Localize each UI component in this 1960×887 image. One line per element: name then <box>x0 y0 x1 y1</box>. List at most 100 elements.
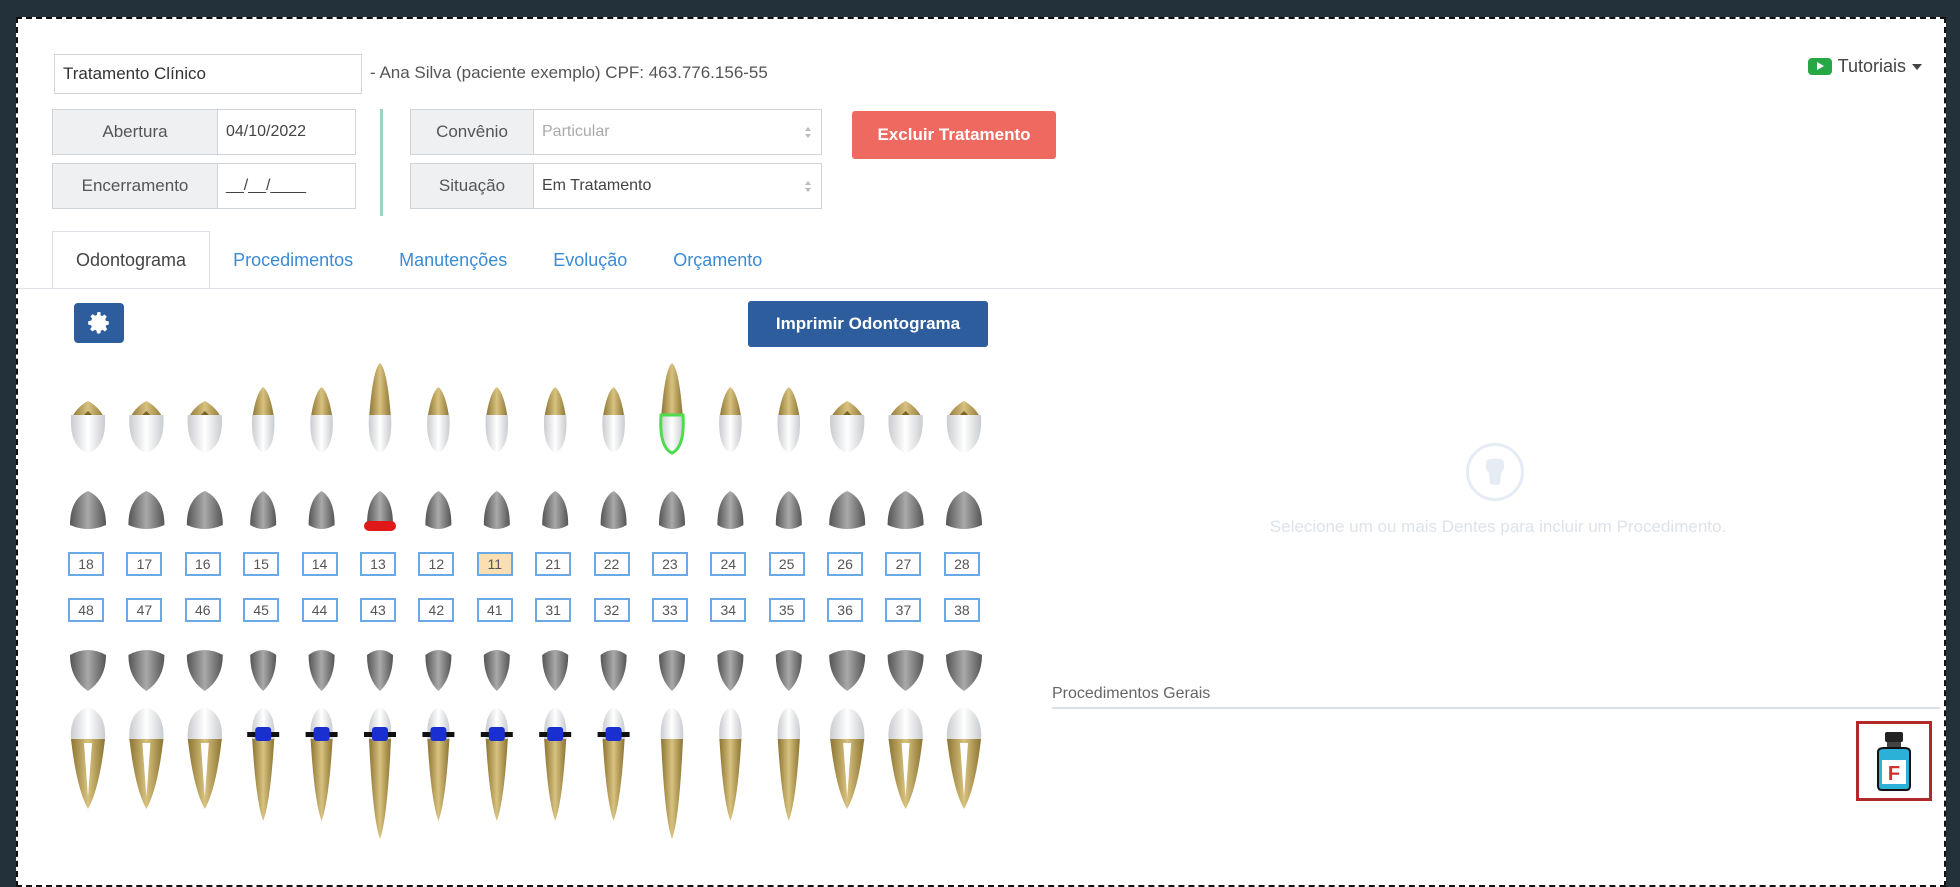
tooth-number-48[interactable]: 48 <box>68 598 104 622</box>
tooth-icon <box>1485 458 1505 485</box>
tooth-number-22[interactable]: 22 <box>593 552 630 576</box>
tooth-number-36[interactable]: 36 <box>827 598 864 622</box>
tooth-number-42[interactable]: 42 <box>418 598 455 622</box>
tutorials-label: Tutoriais <box>1837 56 1906 76</box>
insurance-group: Convênio Particular <box>410 109 822 155</box>
tooth-21[interactable] <box>542 387 569 529</box>
tooth-number-27[interactable]: 27 <box>885 552 922 576</box>
settings-button[interactable] <box>74 303 124 343</box>
tooth-number-18[interactable]: 18 <box>68 552 104 576</box>
tooth-23[interactable] <box>659 363 685 529</box>
tooth-42[interactable] <box>422 650 455 821</box>
tooth-38[interactable] <box>946 650 982 809</box>
tooth-34[interactable] <box>717 650 744 821</box>
tooth-36[interactable] <box>829 650 866 809</box>
tooth-number-16[interactable]: 16 <box>184 552 221 576</box>
tooth-number-37[interactable]: 37 <box>885 598 922 622</box>
tooth-number-35[interactable]: 35 <box>768 598 805 622</box>
tooth-47[interactable] <box>128 650 165 809</box>
tooth-number-11[interactable]: 11 <box>476 552 513 576</box>
print-odontogram-button[interactable]: Imprimir Odontograma <box>748 301 988 347</box>
tooth-43[interactable] <box>364 650 396 839</box>
tooth-22[interactable] <box>600 387 627 529</box>
tooth-number-33[interactable]: 33 <box>651 598 688 622</box>
tooth-28[interactable] <box>946 401 982 529</box>
tooth-46[interactable] <box>186 650 223 809</box>
tooth-16[interactable] <box>186 401 223 529</box>
empty-procedures-message: Selecione um ou mais Dentes para incluir… <box>1269 517 1727 536</box>
status-group: Situação Em Tratamento <box>410 163 822 209</box>
status-label: Situação <box>410 163 534 209</box>
tooth-15[interactable] <box>250 387 277 529</box>
tooth-35[interactable] <box>775 650 802 821</box>
tooth-number-44[interactable]: 44 <box>301 598 338 622</box>
tooth-number-32[interactable]: 32 <box>593 598 630 622</box>
tooth-48[interactable] <box>70 650 106 809</box>
video-icon <box>1807 58 1832 75</box>
delete-treatment-button[interactable]: Excluir Tratamento <box>852 111 1056 159</box>
tooth-44[interactable] <box>305 650 338 821</box>
tooth-11[interactable] <box>483 387 510 529</box>
tooth-number-43[interactable]: 43 <box>359 598 396 622</box>
tooth-number-41[interactable]: 41 <box>476 598 513 622</box>
tooth-placeholder <box>1466 443 1524 501</box>
tooth-31[interactable] <box>539 650 572 821</box>
opening-label: Abertura <box>52 109 218 155</box>
tooth-14[interactable] <box>308 387 335 529</box>
tooth-17[interactable] <box>128 401 165 529</box>
gear-icon <box>88 312 109 334</box>
insurance-select[interactable]: Particular <box>534 109 822 155</box>
treatment-title-field[interactable]: Tratamento Clínico <box>54 54 362 94</box>
tooth-number-15[interactable]: 15 <box>243 552 280 576</box>
tutorials-menu[interactable]: Tutoriais <box>1807 56 1922 77</box>
tooth-26[interactable] <box>829 401 866 529</box>
tooth-32[interactable] <box>597 650 630 821</box>
fluoride-bottle-icon: F <box>1877 732 1911 791</box>
tooth-25[interactable] <box>775 387 802 529</box>
tooth-41[interactable] <box>480 650 513 821</box>
tooth-number-26[interactable]: 26 <box>827 552 864 576</box>
tooth-number-14[interactable]: 14 <box>301 552 338 576</box>
insurance-value: Particular <box>542 123 610 140</box>
tooth-number-21[interactable]: 21 <box>535 552 572 576</box>
app-frame: Tratamento Clínico - Ana Silva (paciente… <box>16 17 1946 887</box>
fluoride-procedure-button[interactable]: F <box>1856 721 1932 801</box>
tab-manutencoes[interactable]: Manutenções <box>376 231 530 289</box>
tab-orcamento[interactable]: Orçamento <box>650 231 785 289</box>
tooth-45[interactable] <box>247 650 280 821</box>
tooth-number-25[interactable]: 25 <box>768 552 805 576</box>
upper-tooth-numbers: 18 17 16 15 14 13 12 11 21 22 23 24 25 26 27 28 <box>68 552 1002 576</box>
tooth-number-31[interactable]: 31 <box>535 598 572 622</box>
closing-date-input[interactable]: __/__/____ <box>218 163 356 209</box>
tooth-number-47[interactable]: 47 <box>126 598 163 622</box>
closing-label: Encerramento <box>52 163 218 209</box>
closing-date-group: Encerramento __/__/____ <box>52 163 356 209</box>
tooth-number-28[interactable]: 28 <box>943 552 980 576</box>
general-procedures-divider <box>1052 707 1940 709</box>
tab-procedimentos[interactable]: Procedimentos <box>210 231 376 289</box>
svg-text:F: F <box>1888 763 1900 785</box>
tooth-33[interactable] <box>659 650 685 839</box>
caret-down-icon <box>1912 63 1922 70</box>
tooth-27[interactable] <box>887 401 924 529</box>
general-procedures-label: Procedimentos Gerais <box>1052 685 1211 702</box>
tab-evolucao[interactable]: Evolução <box>530 231 650 289</box>
tooth-number-34[interactable]: 34 <box>710 598 747 622</box>
tooth-number-12[interactable]: 12 <box>418 552 455 576</box>
tooth-number-13[interactable]: 13 <box>359 552 396 576</box>
tooth-18[interactable] <box>70 401 106 529</box>
tooth-number-24[interactable]: 24 <box>710 552 747 576</box>
tooth-number-45[interactable]: 45 <box>243 598 280 622</box>
tooth-12[interactable] <box>425 387 452 529</box>
tooth-number-17[interactable]: 17 <box>126 552 163 576</box>
status-select[interactable]: Em Tratamento <box>534 163 822 209</box>
opening-date-input[interactable]: 04/10/2022 <box>218 109 356 155</box>
tooth-24[interactable] <box>717 387 744 529</box>
insurance-label: Convênio <box>410 109 534 155</box>
tab-odontograma[interactable]: Odontograma <box>52 231 211 289</box>
tooth-number-46[interactable]: 46 <box>184 598 221 622</box>
tooth-37[interactable] <box>887 650 924 809</box>
tooth-number-23[interactable]: 23 <box>651 552 688 576</box>
tooth-13[interactable] <box>364 363 396 531</box>
tooth-number-38[interactable]: 38 <box>943 598 980 622</box>
